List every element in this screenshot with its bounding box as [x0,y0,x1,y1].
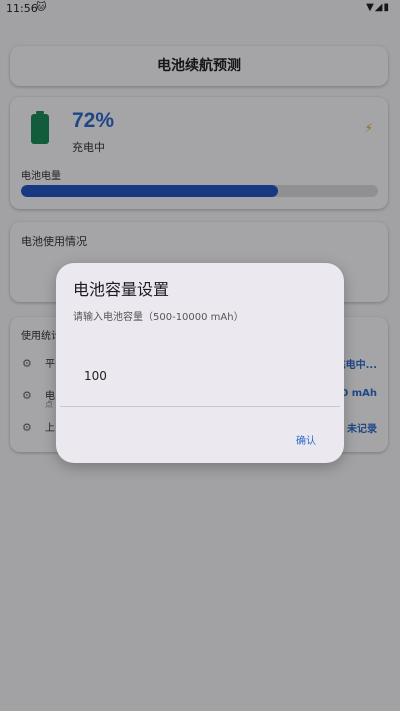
confirm-button[interactable]: 确认 [296,432,316,447]
capacity-dialog: 电池容量设置 请输入电池容量（500-10000 mAh） 确认 [56,263,344,463]
input-underline [60,406,340,407]
dialog-hint: 请输入电池容量（500-10000 mAh） [73,312,244,323]
capacity-input[interactable] [60,366,340,386]
dialog-title: 电池容量设置 [73,280,170,299]
